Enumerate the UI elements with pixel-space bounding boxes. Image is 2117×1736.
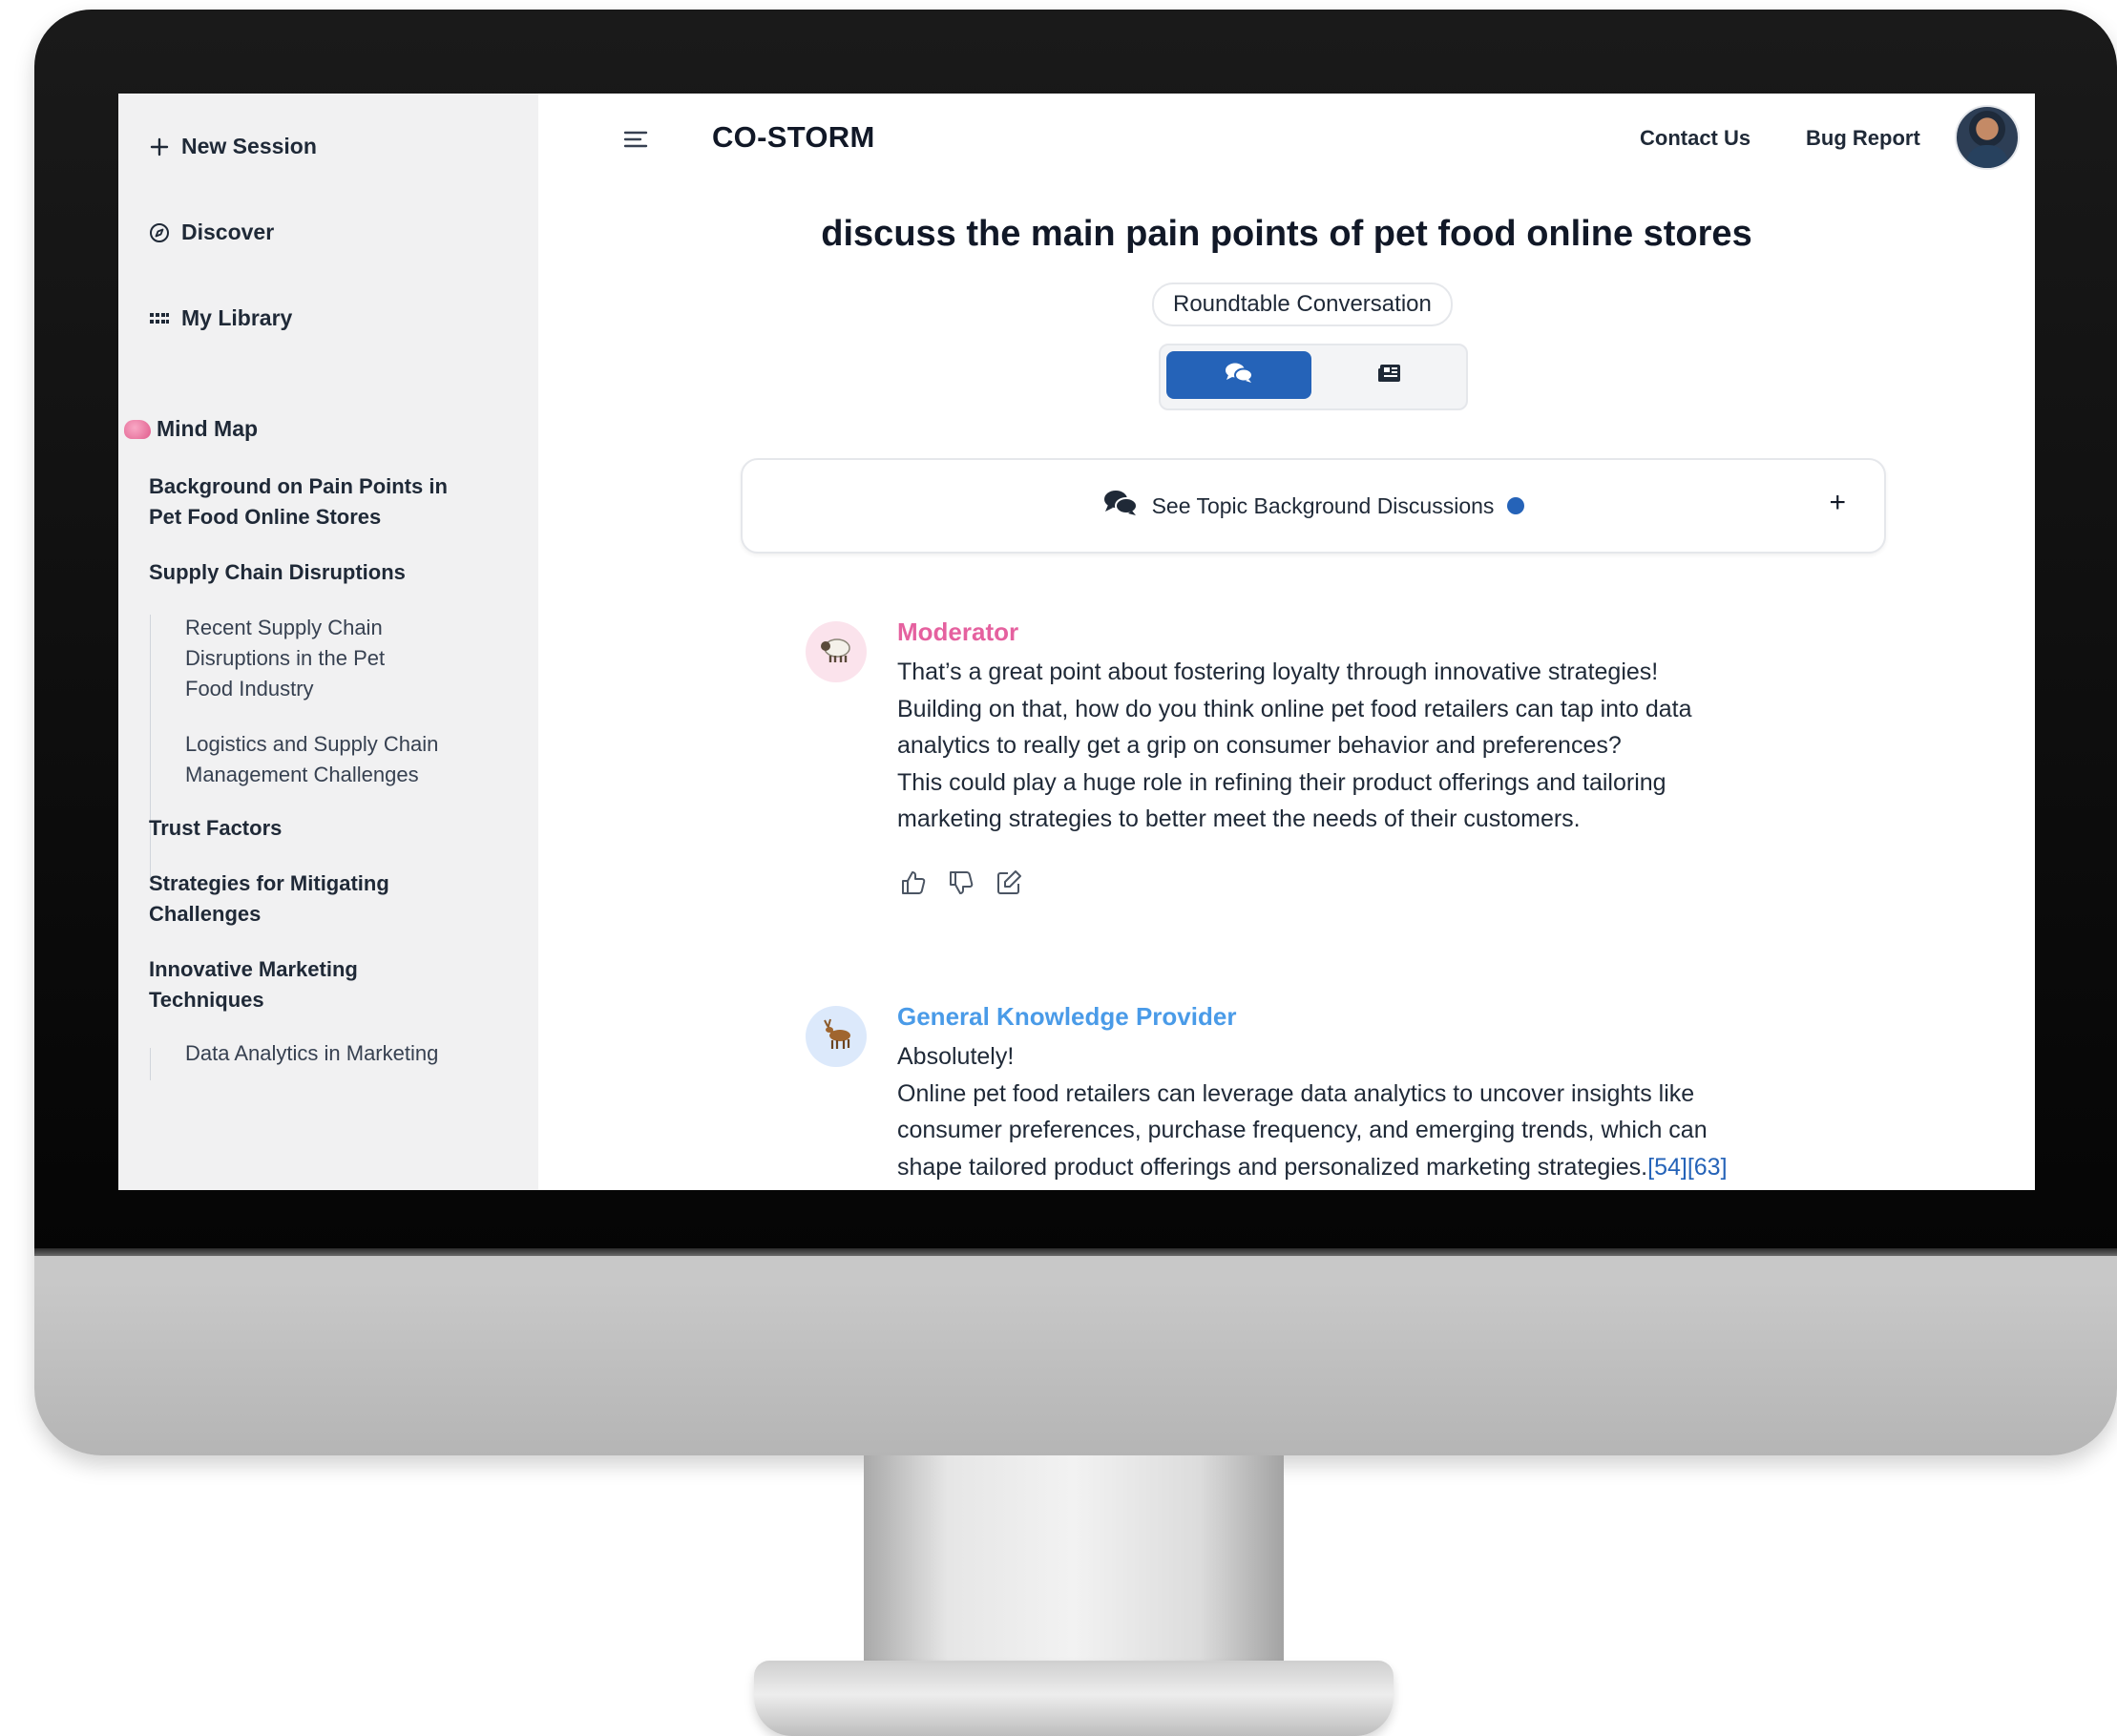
mind-map-subnode[interactable]: Data Analytics in Marketing [185, 1038, 491, 1069]
message-line: analytics to really get a grip on consum… [897, 732, 1622, 759]
deer-icon [819, 1018, 853, 1056]
message-line: This could play a huge role in refining … [897, 768, 1666, 796]
bug-report-link[interactable]: Bug Report [1806, 126, 1920, 151]
topic-background-header: See Topic Background Discussions [743, 460, 1884, 552]
newspaper-icon [1377, 363, 1402, 388]
monitor-chin-edge [34, 1248, 2117, 1256]
message-line: That’s a great point about fostering loy… [897, 659, 1659, 685]
unread-indicator-dot [1507, 497, 1525, 514]
citation-link[interactable]: [54] [1647, 1154, 1687, 1181]
mind-map-node[interactable]: Strategies for Mitigating Challenges [149, 868, 397, 930]
message-line-text: shape tailored product offerings and per… [897, 1153, 1648, 1181]
citation-link[interactable]: [63] [1687, 1154, 1728, 1181]
mind-map-node[interactable]: Background on Pain Points in Pet Food On… [149, 471, 464, 533]
plus-icon [149, 136, 170, 157]
new-session-label: New Session [181, 134, 317, 158]
message-line: shape tailored product offerings and per… [897, 1149, 1756, 1186]
article-view-button[interactable] [1317, 351, 1462, 399]
mind-map-subnode[interactable]: Recent Supply Chain Disruptions in the P… [185, 613, 419, 704]
knowledge-provider-message: Absolutely! Online pet food retailers ca… [897, 1038, 1756, 1185]
message-line: Building on that, how do you think onlin… [897, 695, 1692, 722]
mind-map-guide-line [150, 1048, 151, 1080]
app-screen: New Session Discover My Library Mind Map… [118, 94, 2035, 1190]
moderator-message: That’s a great point about fostering loy… [897, 654, 1756, 838]
mind-map-node[interactable]: Supply Chain Disruptions [149, 557, 464, 588]
topic-background-label: See Topic Background Discussions [1151, 492, 1495, 518]
contact-us-link[interactable]: Contact Us [1640, 126, 1750, 151]
thumbs-down-icon[interactable] [947, 868, 977, 899]
sheep-icon [818, 635, 854, 670]
discover-button[interactable]: Discover [149, 220, 274, 245]
new-session-button[interactable]: New Session [149, 134, 317, 159]
chat-bubbles-icon [1224, 361, 1254, 390]
monitor-stand [864, 1455, 1284, 1680]
compass-icon [149, 222, 170, 243]
menu-toggle-icon[interactable] [622, 126, 649, 153]
edit-icon[interactable] [995, 868, 1025, 899]
grid-icon [149, 308, 170, 329]
topic-title: discuss the main pain points of pet food… [821, 214, 1752, 254]
discover-label: Discover [181, 220, 275, 244]
moderator-avatar [806, 621, 867, 682]
app-brand: CO-STORM [712, 120, 875, 154]
mind-map-node[interactable]: Innovative Marketing Techniques [149, 954, 397, 1015]
expand-plus-icon[interactable]: + [1829, 489, 1846, 517]
mind-map-node[interactable]: Trust Factors [149, 813, 464, 844]
topic-background-panel[interactable]: See Topic Background Discussions + [741, 458, 1886, 554]
knowledge-provider-speaker-name: General Knowledge Provider [897, 1002, 1237, 1031]
thumbs-up-icon[interactable] [899, 868, 930, 899]
moderator-speaker-name: Moderator [897, 617, 1019, 646]
discussion-icon [1102, 489, 1139, 523]
my-library-label: My Library [181, 305, 293, 330]
avatar-figure [1966, 145, 2008, 168]
mind-map-heading: Mind Map [124, 416, 258, 442]
monitor-stand-foot [754, 1661, 1394, 1736]
sidebar: New Session Discover My Library Mind Map… [118, 94, 538, 1190]
mind-map-heading-label: Mind Map [157, 416, 259, 441]
message-line: Online pet food retailers can leverage d… [897, 1079, 1695, 1107]
view-toggle [1159, 344, 1468, 410]
message-line: consumer preferences, purchase frequency… [897, 1117, 1708, 1143]
brain-icon [124, 419, 151, 439]
message-line: marketing strategies to better meet the … [897, 805, 1581, 832]
mode-badge: Roundtable Conversation [1152, 282, 1453, 326]
conversation-view-button[interactable] [1166, 351, 1311, 399]
my-library-button[interactable]: My Library [149, 305, 292, 331]
user-avatar[interactable] [1955, 105, 2020, 170]
mind-map-subnode[interactable]: Logistics and Supply Chain Management Ch… [185, 729, 472, 790]
message-line: Absolutely! [897, 1043, 1015, 1070]
knowledge-provider-avatar [806, 1006, 867, 1067]
